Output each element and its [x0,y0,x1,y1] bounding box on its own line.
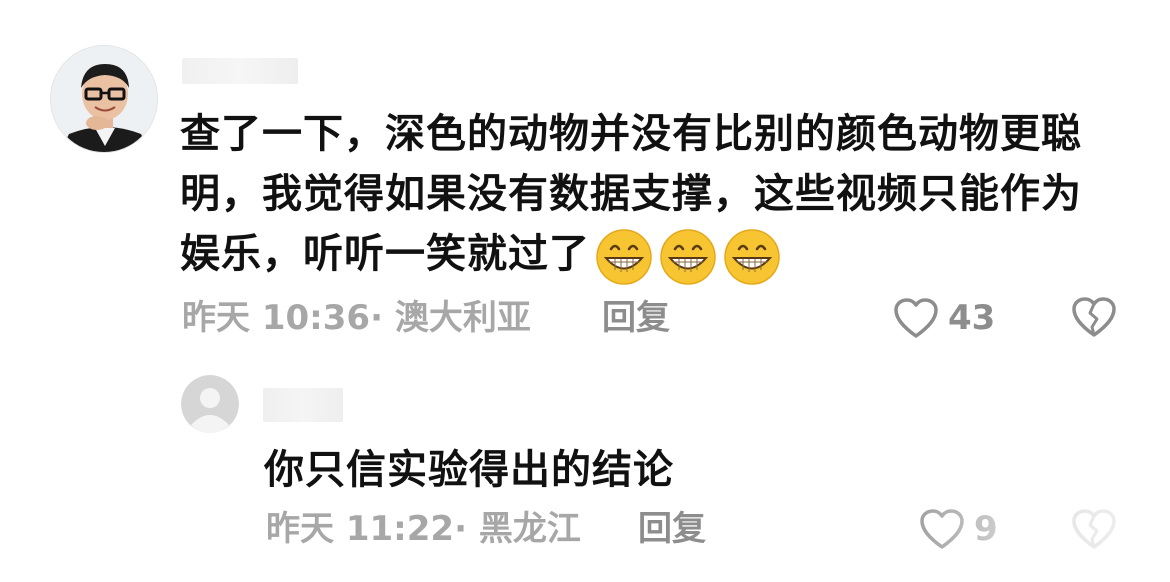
comment-body: 查了一下，深色的动物并没有比别的颜色动物更聪明，我觉得如果没有数据支撑，这些视频… [180,104,1120,287]
reply-time-location: 昨天 11:22· 黑龙江 [266,503,581,555]
user-photo [51,46,157,152]
comment-meta: 昨天 10:36· 澳大利亚 回复 43 [182,293,1132,343]
dislike-button[interactable] [1070,295,1118,353]
comment-thread: 查了一下，深色的动物并没有比别的颜色动物更聪明，我觉得如果没有数据支撑，这些视频… [0,0,1170,582]
heart-outline-icon [894,298,938,338]
grinning-face-icon [596,229,652,285]
reply-button[interactable]: 回复 [602,293,670,343]
meta-separator: · [454,509,467,549]
reply-like-button[interactable]: 9 [918,503,998,555]
comment-time: 昨天 10:36 [182,298,371,338]
reply-reply-button[interactable]: 回复 [638,503,706,555]
reply-username-redacted[interactable] [263,388,343,422]
reply-like-count: 9 [974,509,998,549]
username-redacted[interactable] [182,58,298,84]
grinning-face-icon [724,229,780,285]
reply-avatar[interactable] [181,375,239,433]
reply-body: 你只信实验得出的结论 [264,447,674,493]
grinning-face-icon [660,229,716,285]
reply-dislike-button[interactable] [1070,507,1118,566]
comment-location: 澳大利亚 [394,298,531,338]
like-button[interactable]: 43 [892,293,995,343]
like-count: 43 [948,298,996,338]
comment-time-location: 昨天 10:36· 澳大利亚 [182,293,531,343]
reply-time: 昨天 11:22 [266,509,455,549]
heart-outline-icon [920,509,964,549]
reply-meta: 昨天 11:22· 黑龙江 回复 9 [266,503,1146,555]
avatar[interactable] [50,45,158,153]
emoji-group [594,225,786,287]
default-avatar-icon [181,375,239,433]
broken-heart-icon [1072,297,1116,337]
broken-heart-icon [1072,509,1116,549]
meta-separator: · [370,298,383,338]
reply-location: 黑龙江 [478,509,581,549]
